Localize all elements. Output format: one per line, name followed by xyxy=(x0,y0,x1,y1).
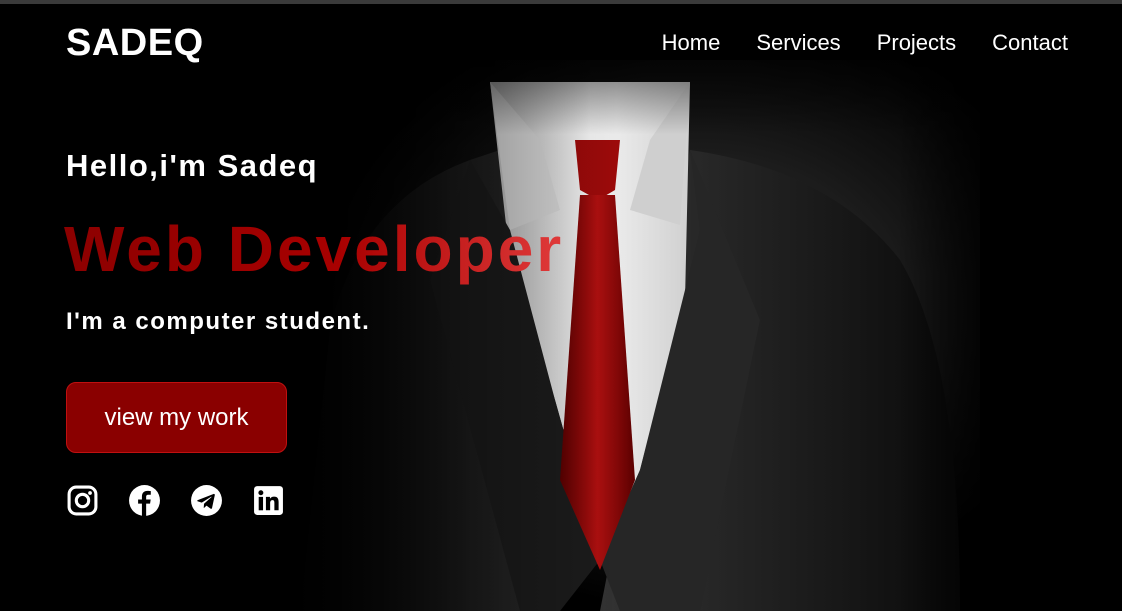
instagram-icon[interactable] xyxy=(66,484,99,517)
facebook-icon[interactable] xyxy=(128,484,161,517)
hero-background-image xyxy=(0,0,1122,611)
linkedin-icon[interactable] xyxy=(252,484,285,517)
hero-role-title: Web Developer xyxy=(64,213,565,285)
view-my-work-button[interactable]: view my work xyxy=(66,382,287,453)
main-nav: Home Services Projects Contact xyxy=(662,30,1068,56)
hero-tagline: I'm a computer student. xyxy=(66,308,371,335)
hero-greeting: Hello,i'm Sadeq xyxy=(66,148,319,183)
social-links xyxy=(66,484,285,517)
brand-logo[interactable]: SADEQ xyxy=(66,22,204,65)
portfolio-page: SADEQ Home Services Projects Contact Hel… xyxy=(0,0,1122,611)
nav-projects-link[interactable]: Projects xyxy=(877,30,956,56)
telegram-icon[interactable] xyxy=(190,484,223,517)
browser-top-border xyxy=(0,0,1122,4)
nav-services-link[interactable]: Services xyxy=(756,30,840,56)
nav-contact-link[interactable]: Contact xyxy=(992,30,1068,56)
nav-home-link[interactable]: Home xyxy=(662,30,721,56)
